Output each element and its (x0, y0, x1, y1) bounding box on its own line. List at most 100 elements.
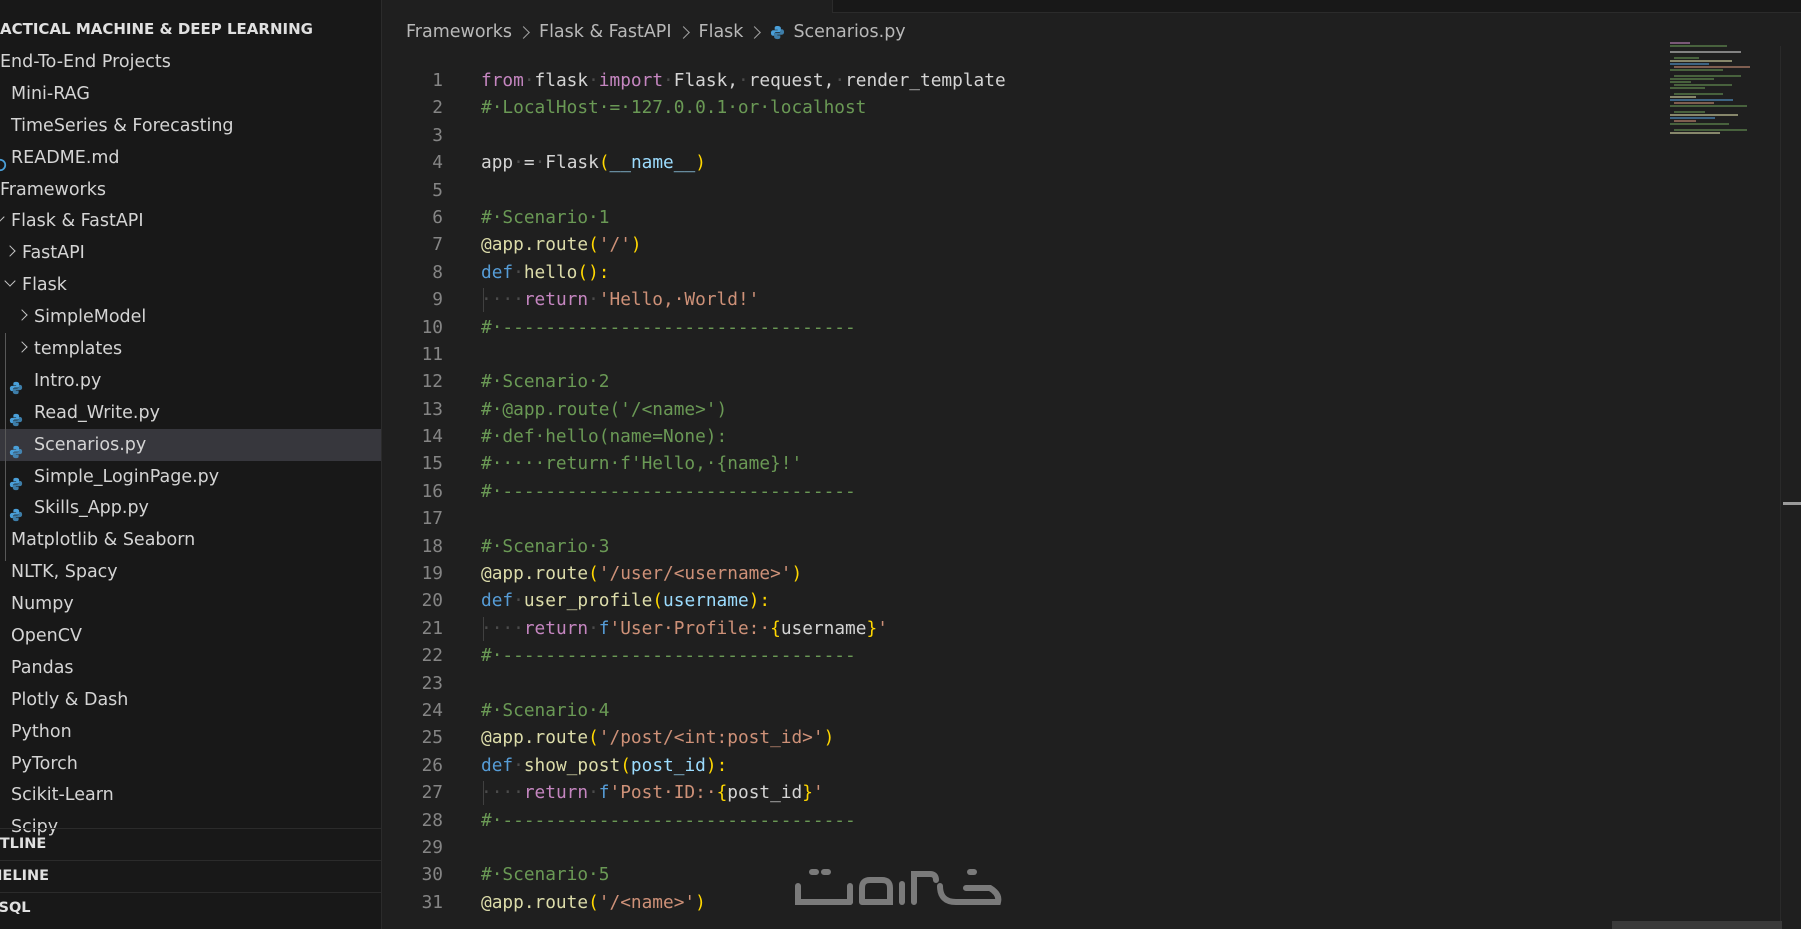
explorer-item-label: Intro.py (34, 370, 102, 391)
explorer-item[interactable]: Flask (0, 269, 381, 301)
line-number: 6 (432, 206, 443, 228)
explorer-item[interactable]: Matplotlib & Seaborn (0, 524, 381, 556)
vertical-scrollbar-track (1780, 46, 1781, 929)
mysql-panel-header[interactable]: YSQL (0, 892, 381, 924)
minimap-line (1674, 120, 1696, 122)
minimap-line (1670, 132, 1720, 134)
code-text: #·LocalHost·=·127.0.0.1·or·localhost (481, 97, 867, 119)
scroll-position-marker[interactable] (1783, 502, 1801, 505)
code-line[interactable]: 21 ····return·f'User·Profile:·{username}' (382, 615, 1672, 642)
explorer-item[interactable]: Scikit-Learn (0, 779, 381, 811)
code-line[interactable]: 2 #·LocalHost·=·127.0.0.1·or·localhost (382, 94, 1672, 121)
code-line[interactable]: 10 #·--------------------------------- (382, 314, 1672, 341)
code-line[interactable]: 7 @app.route('/') (382, 231, 1672, 258)
explorer-item-label: Python (11, 721, 72, 742)
code-line[interactable]: 22 #·--------------------------------- (382, 642, 1672, 669)
explorer-item[interactable]: Python (0, 716, 381, 748)
timeline-panel-label: MELINE (0, 868, 50, 884)
code-line[interactable]: 24 #·Scenario·4 (382, 697, 1672, 724)
breadcrumb-item-flask[interactable]: Flask (699, 22, 744, 42)
code-line[interactable]: 8 def·hello(): (382, 259, 1672, 286)
explorer-item[interactable]: Scenarios.py (0, 428, 381, 461)
horizontal-scrollbar[interactable] (1612, 921, 1782, 929)
code-text: @app.route('/<name>') (481, 891, 706, 913)
chevron-right-icon (517, 25, 530, 39)
explorer-item[interactable]: NLTK, Spacy (0, 556, 381, 588)
breadcrumb-item-frameworks[interactable]: Frameworks (406, 22, 512, 42)
explorer-item[interactable]: SimpleModel (0, 301, 381, 333)
explorer-item[interactable]: Simple_LoginPage.py (0, 461, 381, 493)
explorer-item[interactable]: OpenCV (0, 620, 381, 652)
code-text: ····return·'Hello,·World!' (481, 289, 760, 311)
explorer-item[interactable]: Flask & FastAPI (0, 205, 381, 237)
minimap-line (1670, 81, 1691, 83)
code-line[interactable]: 15 #·····return·f'Hello,·{name}!' (382, 450, 1672, 477)
code-line[interactable]: 31 @app.route('/<name>') (382, 889, 1672, 916)
code-line[interactable]: 13 #·@app.route('/<name>') (382, 396, 1672, 423)
explorer-item[interactable]: templates (0, 333, 381, 365)
code-line[interactable]: 5 (382, 177, 1672, 204)
code-line[interactable]: 26 def·show_post(post_id): (382, 752, 1672, 779)
minimap-line (1670, 117, 1715, 119)
code-line[interactable]: 9 ····return·'Hello,·World!' (382, 286, 1672, 313)
code-line[interactable]: 19 @app.route('/user/<username>') (382, 560, 1672, 587)
code-text: def·hello(): (481, 261, 610, 283)
breadcrumb-item-scenarios[interactable]: Scenarios.py (793, 22, 905, 42)
chevron-right-icon (676, 25, 690, 39)
chevron-down-icon (0, 211, 5, 224)
code-line[interactable]: 28 #·--------------------------------- (382, 807, 1672, 834)
code-line[interactable]: 17 (382, 505, 1672, 532)
code-line[interactable]: 30 #·Scenario·5 (382, 861, 1672, 888)
explorer-item[interactable]: FastAPI (0, 237, 381, 269)
code-text: #·--------------------------------- (481, 480, 856, 502)
breadcrumb-item-flask-fastapi[interactable]: Flask & FastAPI (539, 22, 672, 42)
code-line[interactable]: 16 #·--------------------------------- (382, 478, 1672, 505)
explorer-item[interactable]: Intro.py (0, 365, 381, 397)
explorer-item[interactable]: PyTorch (0, 748, 381, 780)
explorer-item[interactable]: End-To-End Projects (0, 46, 381, 78)
minimap-line (1674, 111, 1705, 113)
explorer-item[interactable]: Frameworks (0, 174, 381, 206)
code-line[interactable]: 11 (382, 341, 1672, 368)
code-line[interactable]: 27 ····return·f'Post·ID:·{post_id}' (382, 779, 1672, 806)
code-line[interactable]: 12 #·Scenario·2 (382, 368, 1672, 395)
explorer-item[interactable]: Plotly & Dash (0, 684, 381, 716)
code-text: ····return·f'Post·ID:·{post_id}' (481, 782, 824, 804)
line-number: 25 (421, 727, 443, 749)
explorer-item[interactable]: TimeSeries & Forecasting (0, 110, 381, 142)
explorer-item-label: README.md (11, 147, 120, 168)
explorer-item[interactable]: README.md (0, 142, 381, 174)
explorer-item-label: templates (34, 339, 123, 360)
explorer-item[interactable]: Skills_App.py (0, 492, 381, 524)
minimap[interactable] (1670, 42, 1780, 162)
code-line[interactable]: 3 (382, 122, 1672, 149)
explorer-item[interactable]: Numpy (0, 588, 381, 620)
code-line[interactable]: 18 #·Scenario·3 (382, 533, 1672, 560)
code-line[interactable]: 23 (382, 670, 1672, 697)
line-number: 13 (421, 398, 443, 420)
chevron-down-icon (4, 275, 16, 287)
line-number: 3 (432, 124, 443, 146)
code-text: #·--------------------------------- (481, 809, 856, 831)
timeline-panel-header[interactable]: MELINE (0, 860, 381, 892)
line-number: 4 (432, 152, 443, 174)
minimap-line (1674, 102, 1714, 104)
chevron-right-icon (748, 25, 762, 39)
code-text: #·Scenario·5 (481, 864, 610, 886)
code-editor[interactable]: 1 from·flask·import·Flask,·request,·rende… (382, 67, 1672, 929)
explorer-item[interactable]: Mini-RAG (0, 78, 381, 110)
code-line[interactable]: 1 from·flask·import·Flask,·request,·rende… (382, 67, 1672, 94)
code-line[interactable]: 4 app·=·Flask(__name__) (382, 149, 1672, 176)
code-line[interactable]: 20 def·user_profile(username): (382, 587, 1672, 614)
code-line[interactable]: 6 #·Scenario·1 (382, 204, 1672, 231)
python-file-icon (9, 406, 23, 426)
explorer-item[interactable]: Pandas (0, 652, 381, 684)
outline-panel-header[interactable]: UTLINE (0, 828, 381, 860)
code-text: #·--------------------------------- (481, 316, 856, 338)
code-line[interactable]: 25 @app.route('/post/<int:post_id>') (382, 724, 1672, 751)
python-file-icon (9, 438, 23, 458)
code-line[interactable]: 29 (382, 834, 1672, 861)
explorer-item[interactable]: Read_Write.py (0, 397, 381, 429)
explorer-root-title[interactable]: ACTICAL MACHINE & DEEP LEARNING (0, 20, 313, 38)
code-line[interactable]: 14 #·def·hello(name=None): (382, 423, 1672, 450)
